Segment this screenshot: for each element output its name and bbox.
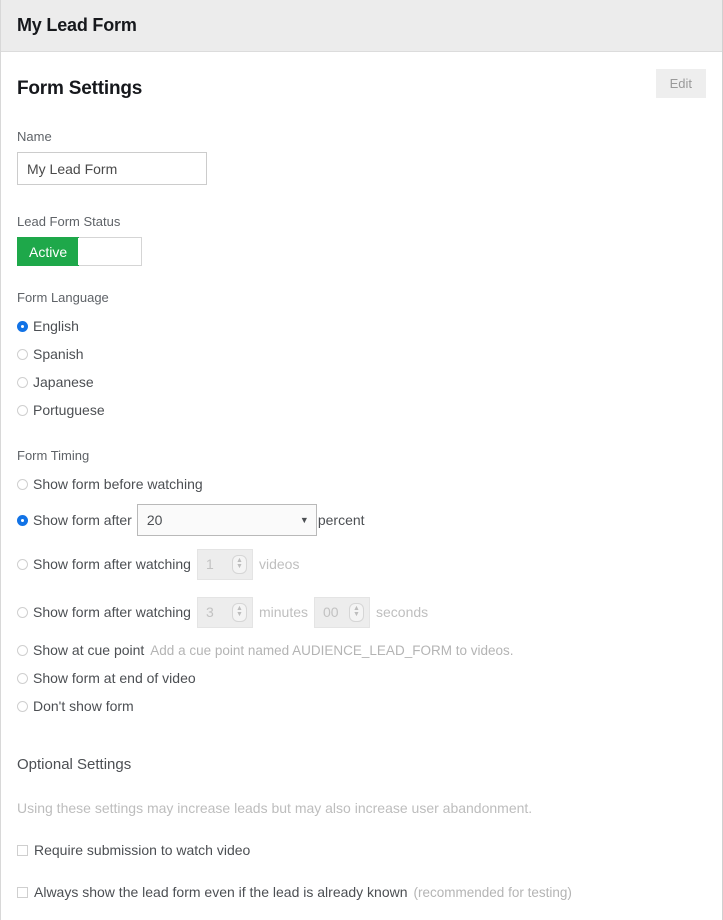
name-input[interactable] bbox=[17, 152, 207, 185]
spinner-down-icon[interactable]: ▼ bbox=[236, 564, 243, 570]
seconds-stepper[interactable]: 00 ▲ ▼ bbox=[314, 597, 370, 628]
radio-language-japanese[interactable]: Japanese bbox=[17, 368, 706, 396]
checkbox-icon[interactable] bbox=[17, 887, 28, 898]
radio-icon[interactable] bbox=[17, 559, 28, 570]
radio-label: Portuguese bbox=[33, 402, 105, 418]
radio-language-spanish[interactable]: Spanish bbox=[17, 340, 706, 368]
minutes-unit-label: minutes bbox=[259, 604, 308, 620]
seconds-stepper-value: 00 bbox=[323, 604, 339, 620]
status-toggle[interactable]: Active bbox=[17, 237, 142, 266]
radio-icon[interactable] bbox=[17, 479, 28, 490]
radio-timing-end-of-video[interactable]: Show form at end of video bbox=[17, 664, 706, 692]
checkbox-label: Require submission to watch video bbox=[34, 842, 250, 858]
timing-after-minutes-row[interactable]: Show form after watching 3 ▲ ▼ minutes 0… bbox=[17, 588, 706, 636]
optional-settings-description: Using these settings may increase leads … bbox=[17, 800, 706, 816]
radio-icon-selected[interactable] bbox=[17, 321, 28, 332]
radio-label: Japanese bbox=[33, 374, 94, 390]
radio-icon-selected[interactable] bbox=[17, 515, 28, 526]
always-show-hint: (recommended for testing) bbox=[414, 885, 572, 900]
radio-icon[interactable] bbox=[17, 673, 28, 684]
radio-language-english[interactable]: English bbox=[17, 312, 706, 340]
chevron-down-icon: ▼ bbox=[300, 516, 309, 525]
radio-icon[interactable] bbox=[17, 349, 28, 360]
timing-after-videos-row[interactable]: Show form after watching 1 ▲ ▼ videos bbox=[17, 540, 706, 588]
spinner-down-icon[interactable]: ▼ bbox=[353, 612, 360, 618]
radio-icon[interactable] bbox=[17, 607, 28, 618]
radio-language-portuguese[interactable]: Portuguese bbox=[17, 396, 706, 424]
minutes-stepper-value: 3 bbox=[206, 604, 214, 620]
radio-label: Show form after bbox=[33, 512, 132, 528]
status-inactive-segment[interactable] bbox=[78, 238, 141, 265]
edit-button[interactable]: Edit bbox=[656, 69, 706, 98]
optional-settings-title: Optional Settings bbox=[17, 756, 706, 773]
spinner-icon[interactable]: ▲ ▼ bbox=[232, 555, 247, 574]
seconds-unit-label: seconds bbox=[376, 604, 428, 620]
percent-select-value: 20 bbox=[147, 512, 163, 528]
language-group-label: Form Language bbox=[17, 290, 706, 305]
radio-label: English bbox=[33, 318, 79, 334]
videos-unit-label: videos bbox=[259, 556, 299, 572]
radio-icon[interactable] bbox=[17, 701, 28, 712]
checkbox-require-submission[interactable]: Require submission to watch video bbox=[17, 842, 706, 858]
radio-icon[interactable] bbox=[17, 405, 28, 416]
minutes-stepper[interactable]: 3 ▲ ▼ bbox=[197, 597, 253, 628]
radio-label: Show form after watching bbox=[33, 556, 191, 572]
lead-form-settings-page: My Lead Form Form Settings Edit Name Lea… bbox=[0, 0, 723, 920]
radio-icon[interactable] bbox=[17, 645, 28, 656]
status-active-segment[interactable]: Active bbox=[17, 237, 79, 266]
checkbox-label: Always show the lead form even if the le… bbox=[34, 884, 408, 900]
section-header: Form Settings Edit bbox=[17, 52, 706, 100]
section-title: Form Settings bbox=[17, 78, 142, 100]
videos-stepper[interactable]: 1 ▲ ▼ bbox=[197, 549, 253, 580]
spinner-icon[interactable]: ▲ ▼ bbox=[349, 603, 364, 622]
radio-label: Show form after watching bbox=[33, 604, 191, 620]
checkbox-icon[interactable] bbox=[17, 845, 28, 856]
radio-timing-before-watching[interactable]: Show form before watching bbox=[17, 470, 706, 498]
page-title: My Lead Form bbox=[17, 15, 137, 36]
radio-timing-dont-show[interactable]: Don't show form bbox=[17, 692, 706, 720]
radio-label: Show form before watching bbox=[33, 476, 203, 492]
videos-stepper-value: 1 bbox=[206, 556, 214, 572]
percent-select[interactable]: 20 ▼ bbox=[137, 504, 317, 536]
timing-group-label: Form Timing bbox=[17, 448, 706, 463]
status-label: Lead Form Status bbox=[17, 214, 706, 229]
spinner-icon[interactable]: ▲ ▼ bbox=[232, 603, 247, 622]
radio-icon[interactable] bbox=[17, 377, 28, 388]
content-area: Form Settings Edit Name Lead Form Status… bbox=[1, 52, 722, 900]
cue-point-hint: Add a cue point named AUDIENCE_LEAD_FORM… bbox=[150, 643, 513, 658]
radio-timing-cue-point[interactable]: Show at cue point Add a cue point named … bbox=[17, 636, 706, 664]
checkbox-always-show[interactable]: Always show the lead form even if the le… bbox=[17, 884, 706, 900]
timing-show-after-row[interactable]: Show form after 20 ▼ percent bbox=[17, 500, 706, 540]
name-label: Name bbox=[17, 129, 706, 144]
percent-unit-label: percent bbox=[318, 512, 365, 528]
topbar: My Lead Form bbox=[1, 0, 722, 52]
radio-label: Show at cue point bbox=[33, 642, 144, 658]
radio-label: Don't show form bbox=[33, 698, 134, 714]
radio-label: Spanish bbox=[33, 346, 84, 362]
spinner-down-icon[interactable]: ▼ bbox=[236, 612, 243, 618]
radio-label: Show form at end of video bbox=[33, 670, 196, 686]
